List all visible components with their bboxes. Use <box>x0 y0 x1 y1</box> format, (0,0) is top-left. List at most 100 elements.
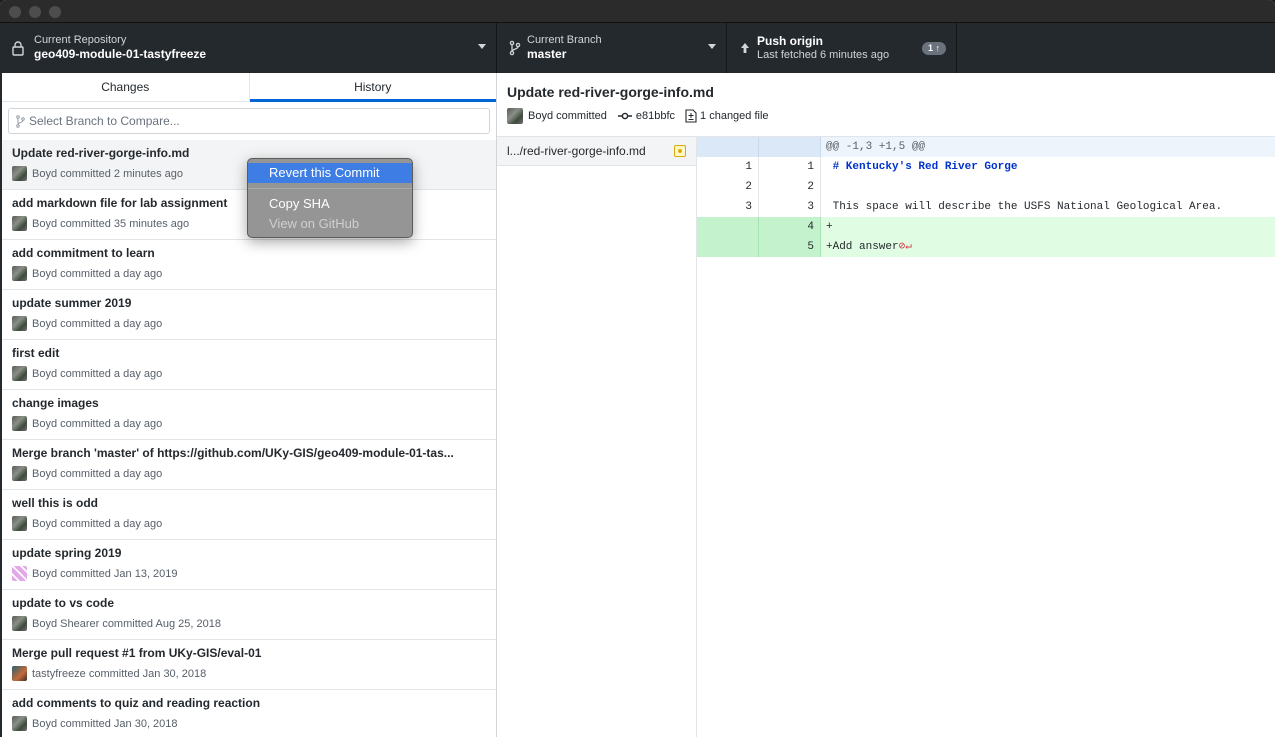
commit-meta: Boyd committed e81bbfc 1 changed file <box>507 108 1265 124</box>
lock-icon <box>12 41 24 56</box>
copy-sha-menu-item[interactable]: Copy SHA <box>248 194 412 214</box>
commit-author-time: Boyd committed Jan 13, 2019 <box>32 567 178 580</box>
repo-name: geo409-module-01-tastyfreeze <box>34 47 207 61</box>
commit-author-time: Boyd committed a day ago <box>32 467 163 480</box>
commit-meta: Boyd committed a day ago <box>12 416 486 431</box>
old-line-number <box>697 237 759 257</box>
changed-file-list: l.../red-river-gorge-info.md <box>497 137 697 737</box>
avatar <box>12 166 27 181</box>
chevron-down-icon <box>478 44 486 49</box>
diff-view: @@ -1,3 +1,5 @@ 1 1 # Kentucky's Red Riv… <box>697 137 1275 737</box>
diff-hunk-header: @@ -1,3 +1,5 @@ <box>697 137 1275 157</box>
commit-summary: update summer 2019 <box>12 296 132 310</box>
commit-header: Update red-river-gorge-info.md Boyd comm… <box>497 73 1275 137</box>
branch-compare-field[interactable] <box>8 108 490 134</box>
commit-summary: Merge pull request #1 from UKy-GIS/eval-… <box>12 646 262 660</box>
sidebar-tabs: Changes History <box>2 73 496 102</box>
commit-author-time: Boyd committed a day ago <box>32 517 163 530</box>
diff-line[interactable]: 2 2 <box>697 177 1275 197</box>
current-repository-button[interactable]: Current Repository geo409-module-01-tast… <box>0 23 497 73</box>
commit-detail-pane: Update red-river-gorge-info.md Boyd comm… <box>497 73 1275 737</box>
branch-icon <box>509 40 521 56</box>
modified-icon <box>674 145 686 157</box>
commit-meta: Boyd committed a day ago <box>12 366 486 381</box>
commit-meta: Boyd committed a day ago <box>12 316 486 331</box>
ahead-count-badge: 1 ↑ <box>921 42 946 55</box>
commit-meta: Boyd committed Jan 13, 2019 <box>12 566 486 581</box>
old-line-number: 3 <box>697 197 759 217</box>
commit-summary: well this is odd <box>12 496 99 510</box>
avatar <box>12 616 27 631</box>
commit-sha[interactable]: e81bbfc <box>636 110 675 122</box>
push-origin-button[interactable]: Push origin Last fetched 6 minutes ago 1… <box>727 23 957 73</box>
view-on-github-menu-item: View on GitHub <box>269 216 360 231</box>
commit-meta: Boyd committed a day ago <box>12 266 486 281</box>
commit-list-item[interactable]: well this is odd Boyd committed a day ago <box>2 490 496 540</box>
commit-author-time: Boyd committed 35 minutes ago <box>32 217 190 230</box>
minimize-window-button[interactable] <box>29 6 41 18</box>
file-path: l.../red-river-gorge-info.md <box>507 144 646 158</box>
new-line-number: 5 <box>759 237 821 257</box>
repo-caption: Current Repository <box>34 34 127 46</box>
zoom-window-button[interactable] <box>49 6 61 18</box>
menu-separator <box>248 188 412 189</box>
commit-meta: Boyd committed a day ago <box>12 466 486 481</box>
avatar <box>12 366 27 381</box>
commit-meta: Boyd Shearer committed Aug 25, 2018 <box>12 616 486 631</box>
commit-list-item[interactable]: update summer 2019 Boyd committed a day a… <box>2 290 496 340</box>
diff-line-text <box>821 177 1275 197</box>
diff-line-text: +Add answer <box>826 241 899 253</box>
commit-summary: update spring 2019 <box>12 546 122 560</box>
commit-list-item[interactable]: Merge pull request #1 from UKy-GIS/eval-… <box>2 640 496 690</box>
diff-line-text: # Kentucky's Red River Gorge <box>826 161 1018 173</box>
file-row[interactable]: l.../red-river-gorge-info.md <box>497 137 696 166</box>
commit-list-item[interactable]: update to vs code Boyd Shearer committed … <box>2 590 496 640</box>
commit-summary: add commitment to learn <box>12 246 155 260</box>
avatar <box>507 108 523 124</box>
new-line-number: 3 <box>759 197 821 217</box>
commit-list-item[interactable]: Merge branch 'master' of https://github.… <box>2 440 496 490</box>
commit-list-item[interactable]: first edit Boyd committed a day ago <box>2 340 496 390</box>
commit-list-item[interactable]: change images Boyd committed a day ago <box>2 390 496 440</box>
commit-title: Update red-river-gorge-info.md <box>507 84 714 100</box>
commit-author-time: Boyd Shearer committed Aug 25, 2018 <box>32 617 221 630</box>
avatar <box>12 266 27 281</box>
commit-author-time: Boyd committed 2 minutes ago <box>32 167 184 180</box>
new-line-number: 1 <box>759 157 821 177</box>
commit-author-time: tastyfreeze committed Jan 30, 2018 <box>32 667 207 680</box>
commit-summary: update to vs code <box>12 596 115 610</box>
avatar <box>12 566 27 581</box>
diff-line-added[interactable]: 5 +Add answer⊘↵ <box>697 237 1275 257</box>
commit-list-item[interactable]: add commitment to learn Boyd committed a … <box>2 240 496 290</box>
commit-summary: Merge branch 'master' of https://github.… <box>12 446 454 460</box>
new-line-number: 2 <box>759 177 821 197</box>
commit-author-time: Boyd committed a day ago <box>32 267 163 280</box>
commit-summary: first edit <box>12 346 60 360</box>
new-line-number: 4 <box>759 217 821 237</box>
app-window: Current Repository geo409-module-01-tast… <box>0 0 1275 737</box>
diff-line-added[interactable]: 4 + <box>697 217 1275 237</box>
avatar <box>12 716 27 731</box>
commit-author-time: Boyd committed a day ago <box>32 367 163 380</box>
compare-branch-input[interactable] <box>9 109 489 133</box>
avatar <box>12 516 27 531</box>
old-line-number <box>697 217 759 237</box>
diff-line[interactable]: 1 1 # Kentucky's Red River Gorge <box>697 157 1275 177</box>
commit-author: Boyd committed <box>528 110 607 122</box>
revert-commit-menu-item[interactable]: Revert this Commit <box>248 163 412 183</box>
no-newline-icon: ⊘↵ <box>898 241 912 253</box>
tab-changes[interactable]: Changes <box>2 73 250 101</box>
old-line-number: 1 <box>697 157 759 177</box>
commit-list-item[interactable]: update spring 2019 Boyd committed Jan 13,… <box>2 540 496 590</box>
close-window-button[interactable] <box>9 6 21 18</box>
current-branch-button[interactable]: Current Branch master <box>497 23 727 73</box>
diff-line[interactable]: 3 3 This space will describe the USFS Na… <box>697 197 1275 217</box>
context-menu: Revert this Commit Copy SHA View on GitH… <box>247 158 413 238</box>
tab-history[interactable]: History <box>249 73 497 102</box>
title-bar <box>0 0 1275 22</box>
avatar <box>12 666 27 681</box>
commit-list-item[interactable]: add comments to quiz and reading reactio… <box>2 690 496 737</box>
old-line-number: 2 <box>697 177 759 197</box>
commit-summary: change images <box>12 396 99 410</box>
commit-author-time: Boyd committed a day ago <box>32 417 163 430</box>
